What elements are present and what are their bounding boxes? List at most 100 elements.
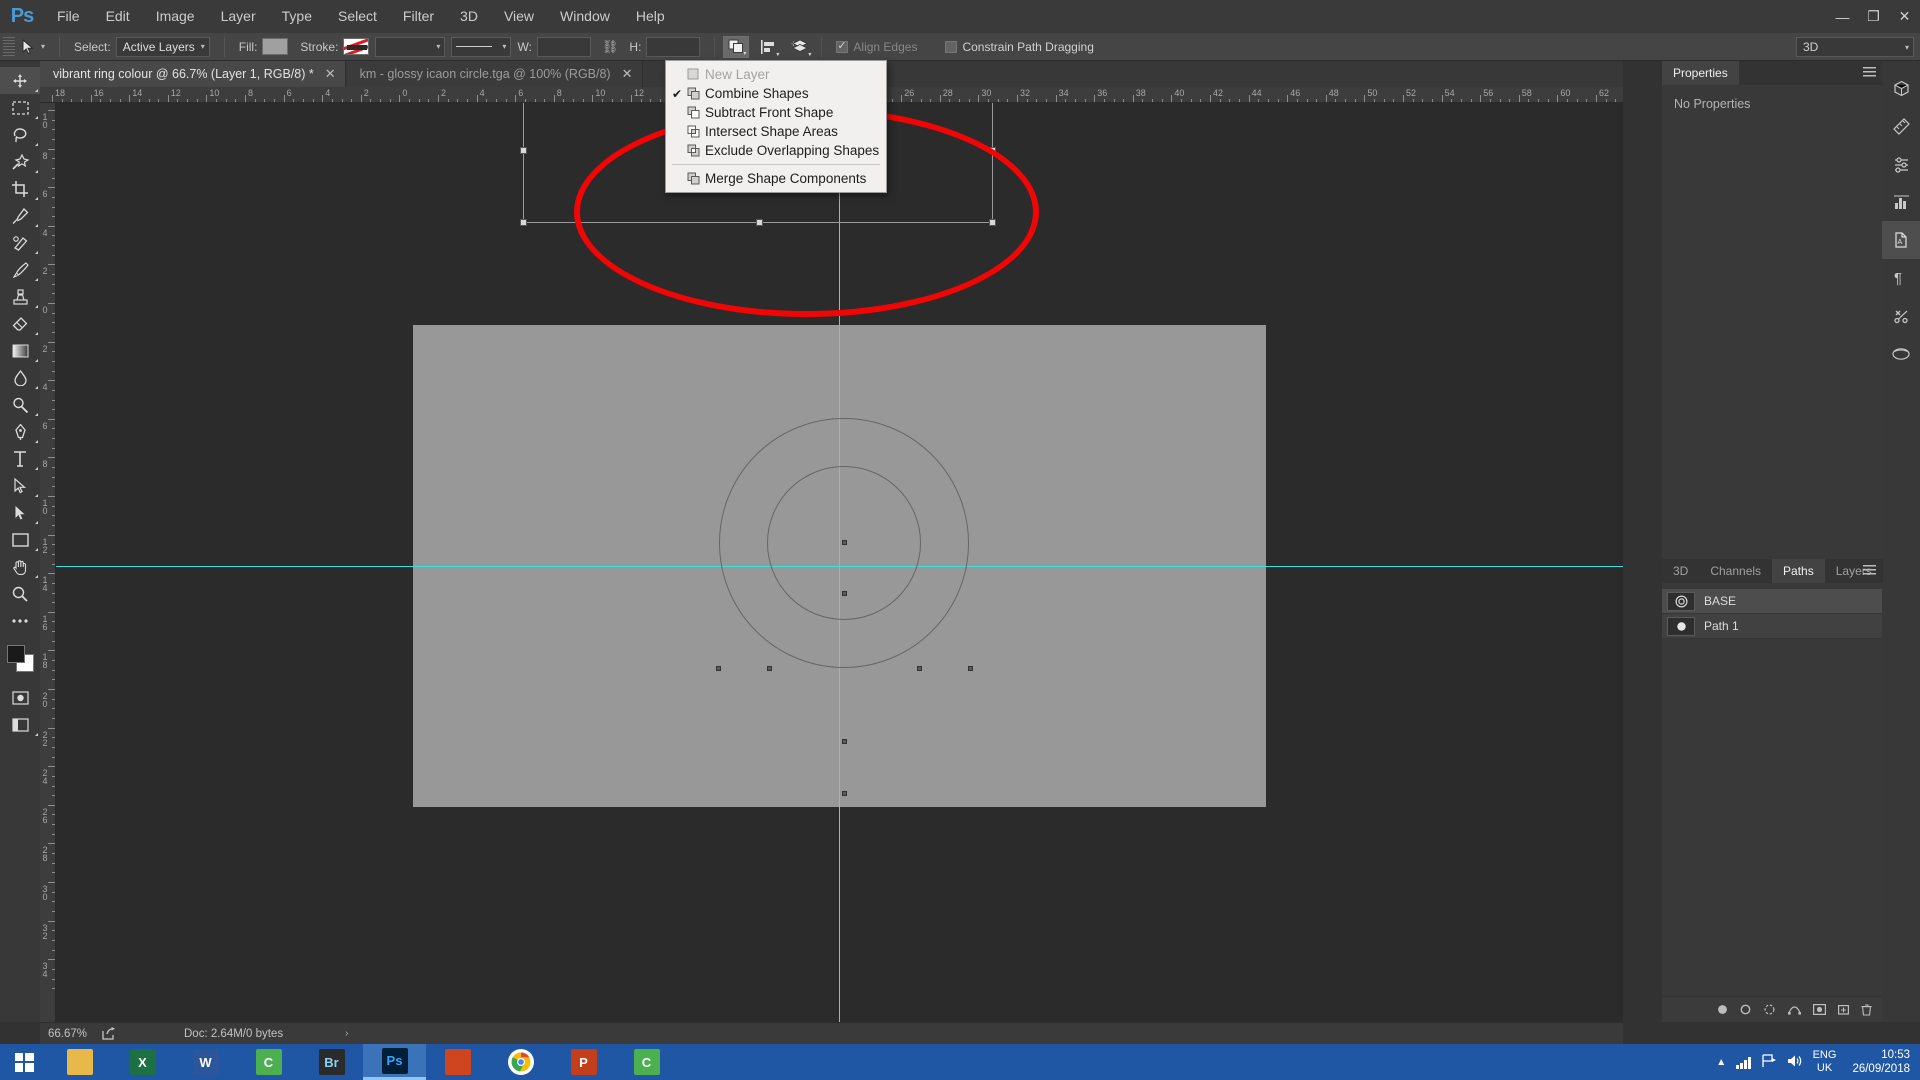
tool-screen-mode[interactable] xyxy=(0,711,40,738)
foreground-color-swatch[interactable] xyxy=(7,645,25,663)
menu-item-type[interactable]: Type xyxy=(269,0,325,33)
tool-hand[interactable] xyxy=(0,553,40,580)
height-input[interactable] xyxy=(646,37,700,57)
path-anchor-point[interactable] xyxy=(842,591,847,596)
taskbar-app-greenshot[interactable]: C xyxy=(237,1044,300,1080)
clock[interactable]: 10:53 26/09/2018 xyxy=(1846,1048,1910,1076)
path-alignment-button[interactable]: ▾ xyxy=(755,36,781,58)
load-selection-icon[interactable] xyxy=(1763,1004,1776,1015)
menu-option-combine-shapes[interactable]: ✔Combine Shapes xyxy=(666,84,886,103)
document-tab-inactive[interactable]: km - glossy icaon circle.tga @ 100% (RGB… xyxy=(347,61,643,87)
menu-item-3d[interactable]: 3D xyxy=(447,0,491,33)
share-icon[interactable] xyxy=(102,1027,116,1040)
volume-icon[interactable] xyxy=(1787,1054,1803,1071)
menu-item-filter[interactable]: Filter xyxy=(390,0,447,33)
tool-pen[interactable] xyxy=(0,418,40,445)
delete-path-icon[interactable] xyxy=(1861,1004,1872,1016)
foreground-background-colors[interactable] xyxy=(0,640,40,680)
show-hidden-icons-button[interactable]: ▲ xyxy=(1716,1057,1726,1068)
path-row[interactable]: Path 1 xyxy=(1662,614,1882,639)
new-path-icon[interactable] xyxy=(1838,1004,1849,1015)
minimize-button[interactable]: — xyxy=(1827,0,1858,33)
tab-3d[interactable]: 3D xyxy=(1662,559,1699,583)
tool-path-selection[interactable] xyxy=(0,472,40,499)
language-indicator[interactable]: ENG UK xyxy=(1813,1049,1837,1075)
status-expand-arrow[interactable]: › xyxy=(345,1028,348,1039)
rail-styles-button[interactable] xyxy=(1882,335,1920,373)
taskbar-app-powerpoint[interactable]: P xyxy=(552,1044,615,1080)
tool-preset-caret[interactable]: ▾ xyxy=(41,42,45,51)
menu-item-layer[interactable]: Layer xyxy=(208,0,269,33)
panel-menu-icon[interactable] xyxy=(1863,565,1876,576)
taskbar-app-google-chrome[interactable] xyxy=(489,1044,552,1080)
tab-paths[interactable]: Paths xyxy=(1772,559,1825,583)
fill-path-icon[interactable] xyxy=(1717,1004,1728,1015)
path-anchor-point[interactable] xyxy=(767,666,772,671)
zoom-level[interactable]: 66.67% xyxy=(40,1028,102,1040)
path-anchor-point[interactable] xyxy=(917,666,922,671)
tool-rectangle[interactable] xyxy=(0,526,40,553)
close-icon[interactable]: ✕ xyxy=(622,66,633,82)
path-arrangement-button[interactable]: + ▾ xyxy=(787,36,813,58)
rail-measure-button[interactable] xyxy=(1882,107,1920,145)
taskbar-app-adobe-bridge[interactable]: Br xyxy=(300,1044,363,1080)
tool-spot-healing-brush[interactable] xyxy=(0,229,40,256)
menu-item-help[interactable]: Help xyxy=(623,0,678,33)
path-anchor-point[interactable] xyxy=(842,791,847,796)
width-input[interactable] xyxy=(537,37,591,57)
menu-item-window[interactable]: Window xyxy=(547,0,623,33)
tool-move[interactable] xyxy=(0,67,40,94)
tool-eyedropper[interactable] xyxy=(0,202,40,229)
tool-eraser[interactable] xyxy=(0,310,40,337)
menu-option-intersect-shape-areas[interactable]: Intersect Shape Areas xyxy=(666,122,886,141)
tab-channels[interactable]: Channels xyxy=(1699,559,1772,583)
constrain-path-dragging-checkbox[interactable]: Constrain Path Dragging xyxy=(939,40,1099,54)
rail-adjustments-button[interactable] xyxy=(1882,145,1920,183)
canvas-area[interactable] xyxy=(56,103,1623,1022)
align-edges-checkbox[interactable]: Align Edges xyxy=(830,40,923,54)
tool-blur[interactable] xyxy=(0,364,40,391)
menu-item-view[interactable]: View xyxy=(491,0,547,33)
windows-start-button[interactable] xyxy=(0,1044,48,1080)
taskbar-app-excel[interactable]: X xyxy=(111,1044,174,1080)
path-operations-button[interactable]: ▾ xyxy=(723,36,749,58)
rail-properties-button[interactable]: A xyxy=(1882,221,1920,259)
rail-histogram-button[interactable] xyxy=(1882,183,1920,221)
tool-gradient[interactable] xyxy=(0,337,40,364)
stroke-swatch[interactable] xyxy=(343,38,369,55)
rail-actions-button[interactable] xyxy=(1882,297,1920,335)
close-button[interactable]: ✕ xyxy=(1889,0,1920,33)
menu-option-exclude-overlapping-shapes[interactable]: Exclude Overlapping Shapes xyxy=(666,141,886,160)
make-work-path-icon[interactable] xyxy=(1788,1004,1801,1015)
document-tab-active[interactable]: vibrant ring colour @ 66.7% (Layer 1, RG… xyxy=(40,61,346,87)
path-row[interactable]: BASE xyxy=(1662,589,1882,614)
stroke-width-dropdown[interactable]: ▾ xyxy=(375,37,445,57)
tool-quick-selection[interactable] xyxy=(0,148,40,175)
tool-clone-stamp[interactable] xyxy=(0,283,40,310)
taskbar-app-file-explorer[interactable] xyxy=(48,1044,111,1080)
menu-item-image[interactable]: Image xyxy=(143,0,208,33)
menu-item-file[interactable]: File xyxy=(44,0,93,33)
add-mask-icon[interactable] xyxy=(1813,1004,1826,1015)
stroke-style-dropdown[interactable]: ▾ xyxy=(451,37,511,57)
taskbar-app-substance-painter[interactable] xyxy=(426,1044,489,1080)
menu-item-edit[interactable]: Edit xyxy=(93,0,143,33)
action-center-flag-icon[interactable] xyxy=(1761,1054,1777,1071)
path-operations-menu[interactable]: New Layer✔Combine ShapesSubtract Front S… xyxy=(665,60,887,193)
rail-3d-panel-button[interactable] xyxy=(1882,69,1920,107)
active-tool-preset[interactable]: ▾ xyxy=(15,39,51,55)
network-signal-icon[interactable] xyxy=(1736,1056,1751,1069)
panel-menu-icon[interactable] xyxy=(1863,67,1876,78)
taskbar-app-teams[interactable]: C xyxy=(615,1044,678,1080)
taskbar-app-word[interactable]: W xyxy=(174,1044,237,1080)
maximize-button[interactable]: ❐ xyxy=(1858,0,1889,33)
tab-properties[interactable]: Properties xyxy=(1662,61,1739,85)
workspace-dropdown[interactable]: 3D ▾ xyxy=(1796,37,1914,57)
tool-type[interactable] xyxy=(0,445,40,472)
options-bar-grip[interactable] xyxy=(3,37,15,57)
link-icon[interactable]: ⛓ xyxy=(602,39,619,55)
path-anchor-point[interactable] xyxy=(842,739,847,744)
close-icon[interactable]: ✕ xyxy=(325,66,336,82)
transform-handle[interactable] xyxy=(520,219,527,226)
tool-dodge[interactable] xyxy=(0,391,40,418)
